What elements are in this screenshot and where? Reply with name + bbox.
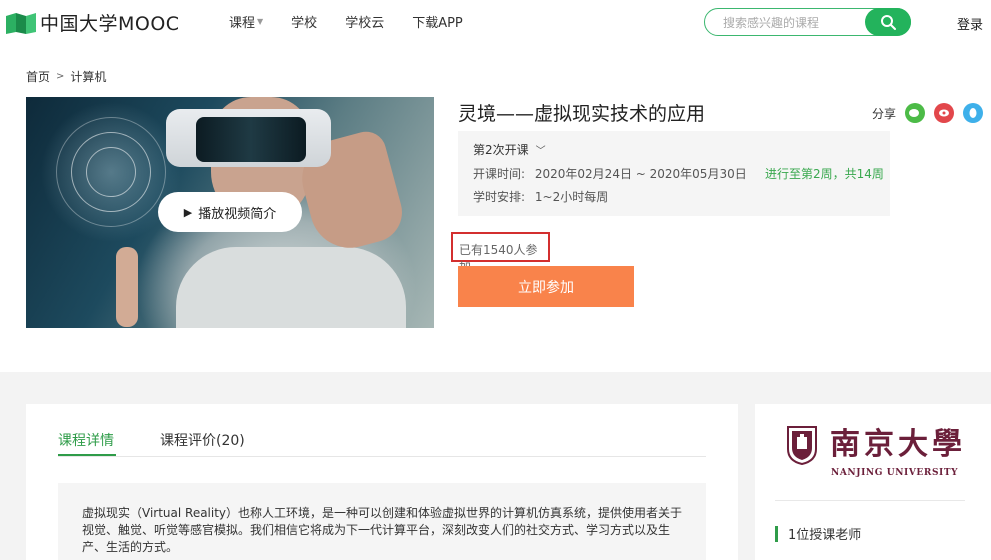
course-dates-row: 开课时间: 2020年02月24日 ~ 2020年05月30日: [473, 165, 747, 182]
login-link[interactable]: 登录: [957, 14, 983, 33]
wechat-icon[interactable]: [905, 103, 926, 123]
course-video-thumbnail[interactable]: ▶ 播放视频简介: [26, 97, 434, 328]
share-label: 分享: [872, 106, 897, 121]
tab-course-detail[interactable]: 课程详情: [58, 430, 114, 450]
enrolled-count: 已有1540人参加: [451, 232, 550, 274]
description-panel: 虚拟现实（Virtual Reality）也称人工环境，是一种可以创建和体验虚拟…: [58, 483, 706, 560]
site-logo[interactable]: 中国大学MOOC: [4, 9, 180, 36]
schedule-row: 学时安排: 1~2小时每周: [473, 188, 608, 205]
term-selector[interactable]: 第2次开课 ﹀: [473, 141, 546, 158]
schedule-value: 1~2小时每周: [534, 190, 609, 204]
schedule-label: 学时安排:: [473, 190, 526, 204]
chevron-down-icon: ﹀: [535, 146, 546, 157]
person-shirt-image: [176, 247, 406, 328]
university-divider: [775, 500, 965, 501]
search-box: [704, 8, 911, 36]
section-marker: [775, 525, 778, 542]
university-name-cn: 南京大學: [830, 427, 966, 462]
search-icon: [881, 15, 896, 30]
nav-download-app[interactable]: 下载APP: [412, 12, 463, 31]
share-bar: 分享: [872, 103, 984, 123]
breadcrumb-category[interactable]: 计算机: [70, 68, 106, 85]
join-button[interactable]: 立即参加: [458, 266, 634, 307]
main-nav: 课程 ▼ 学校 学校云 下载APP: [229, 12, 491, 31]
course-description: 虚拟现实（Virtual Reality）也称人工环境，是一种可以创建和体验虚拟…: [82, 506, 683, 554]
nav-schools[interactable]: 学校: [291, 12, 317, 31]
nav-schools-label: 学校: [291, 16, 318, 31]
play-intro-button[interactable]: ▶ 播放视频简介: [158, 192, 302, 232]
term-label: 第2次开课: [473, 143, 529, 157]
play-icon: ▶: [183, 205, 193, 219]
course-detail-card: 课程详情 课程评价(20) 虚拟现实（Virtual Reality）也称人工环…: [26, 404, 738, 560]
breadcrumb: 首页 > 计算机: [26, 68, 106, 85]
course-info-panel: 第2次开课 ﹀ 开课时间: 2020年02月24日 ~ 2020年05月30日 …: [458, 131, 890, 216]
teacher-count-label: 1位授课老师: [788, 528, 862, 543]
active-tab-indicator: [58, 454, 116, 456]
nav-courses-label: 课程: [229, 16, 256, 31]
course-progress: 进行至第2周，共14周: [765, 167, 884, 181]
hologram-ring: [56, 117, 166, 227]
date-range: 2020年02月24日 ~ 2020年05月30日: [534, 167, 747, 181]
university-logo[interactable]: 南京大學: [786, 425, 966, 465]
breadcrumb-separator: >: [56, 71, 65, 82]
tab-course-reviews[interactable]: 课程评价(20): [160, 430, 245, 450]
caret-down-icon: ▼: [257, 17, 264, 26]
university-seal-icon: [787, 426, 817, 465]
university-name-en: NANJING UNIVERSITY: [831, 468, 959, 478]
finger-image: [116, 247, 138, 327]
nav-courses[interactable]: 课程 ▼: [229, 12, 263, 31]
university-card: 南京大學 NANJING UNIVERSITY 1位授课老师: [755, 404, 991, 560]
nav-download-app-label: 下载APP: [412, 16, 463, 31]
search-button[interactable]: [865, 8, 911, 36]
tab-divider: [58, 456, 706, 457]
nav-school-cloud[interactable]: 学校云: [345, 12, 384, 31]
search-input[interactable]: [723, 14, 863, 32]
nav-school-cloud-label: 学校云: [345, 16, 385, 31]
logo-icon: [6, 12, 36, 34]
weibo-icon[interactable]: [934, 103, 955, 123]
vr-visor-image: [196, 117, 306, 162]
breadcrumb-home[interactable]: 首页: [26, 68, 50, 85]
qq-icon[interactable]: [963, 103, 984, 123]
start-label: 开课时间:: [473, 167, 526, 181]
logo-text: 中国大学MOOC: [40, 13, 180, 35]
play-intro-label: 播放视频简介: [198, 206, 277, 222]
top-header: 中国大学MOOC 课程 ▼ 学校 学校云 下载APP 登录: [0, 0, 991, 44]
course-title: 灵境——虚拟现实技术的应用: [458, 103, 706, 125]
teacher-count: 1位授课老师: [775, 524, 861, 543]
